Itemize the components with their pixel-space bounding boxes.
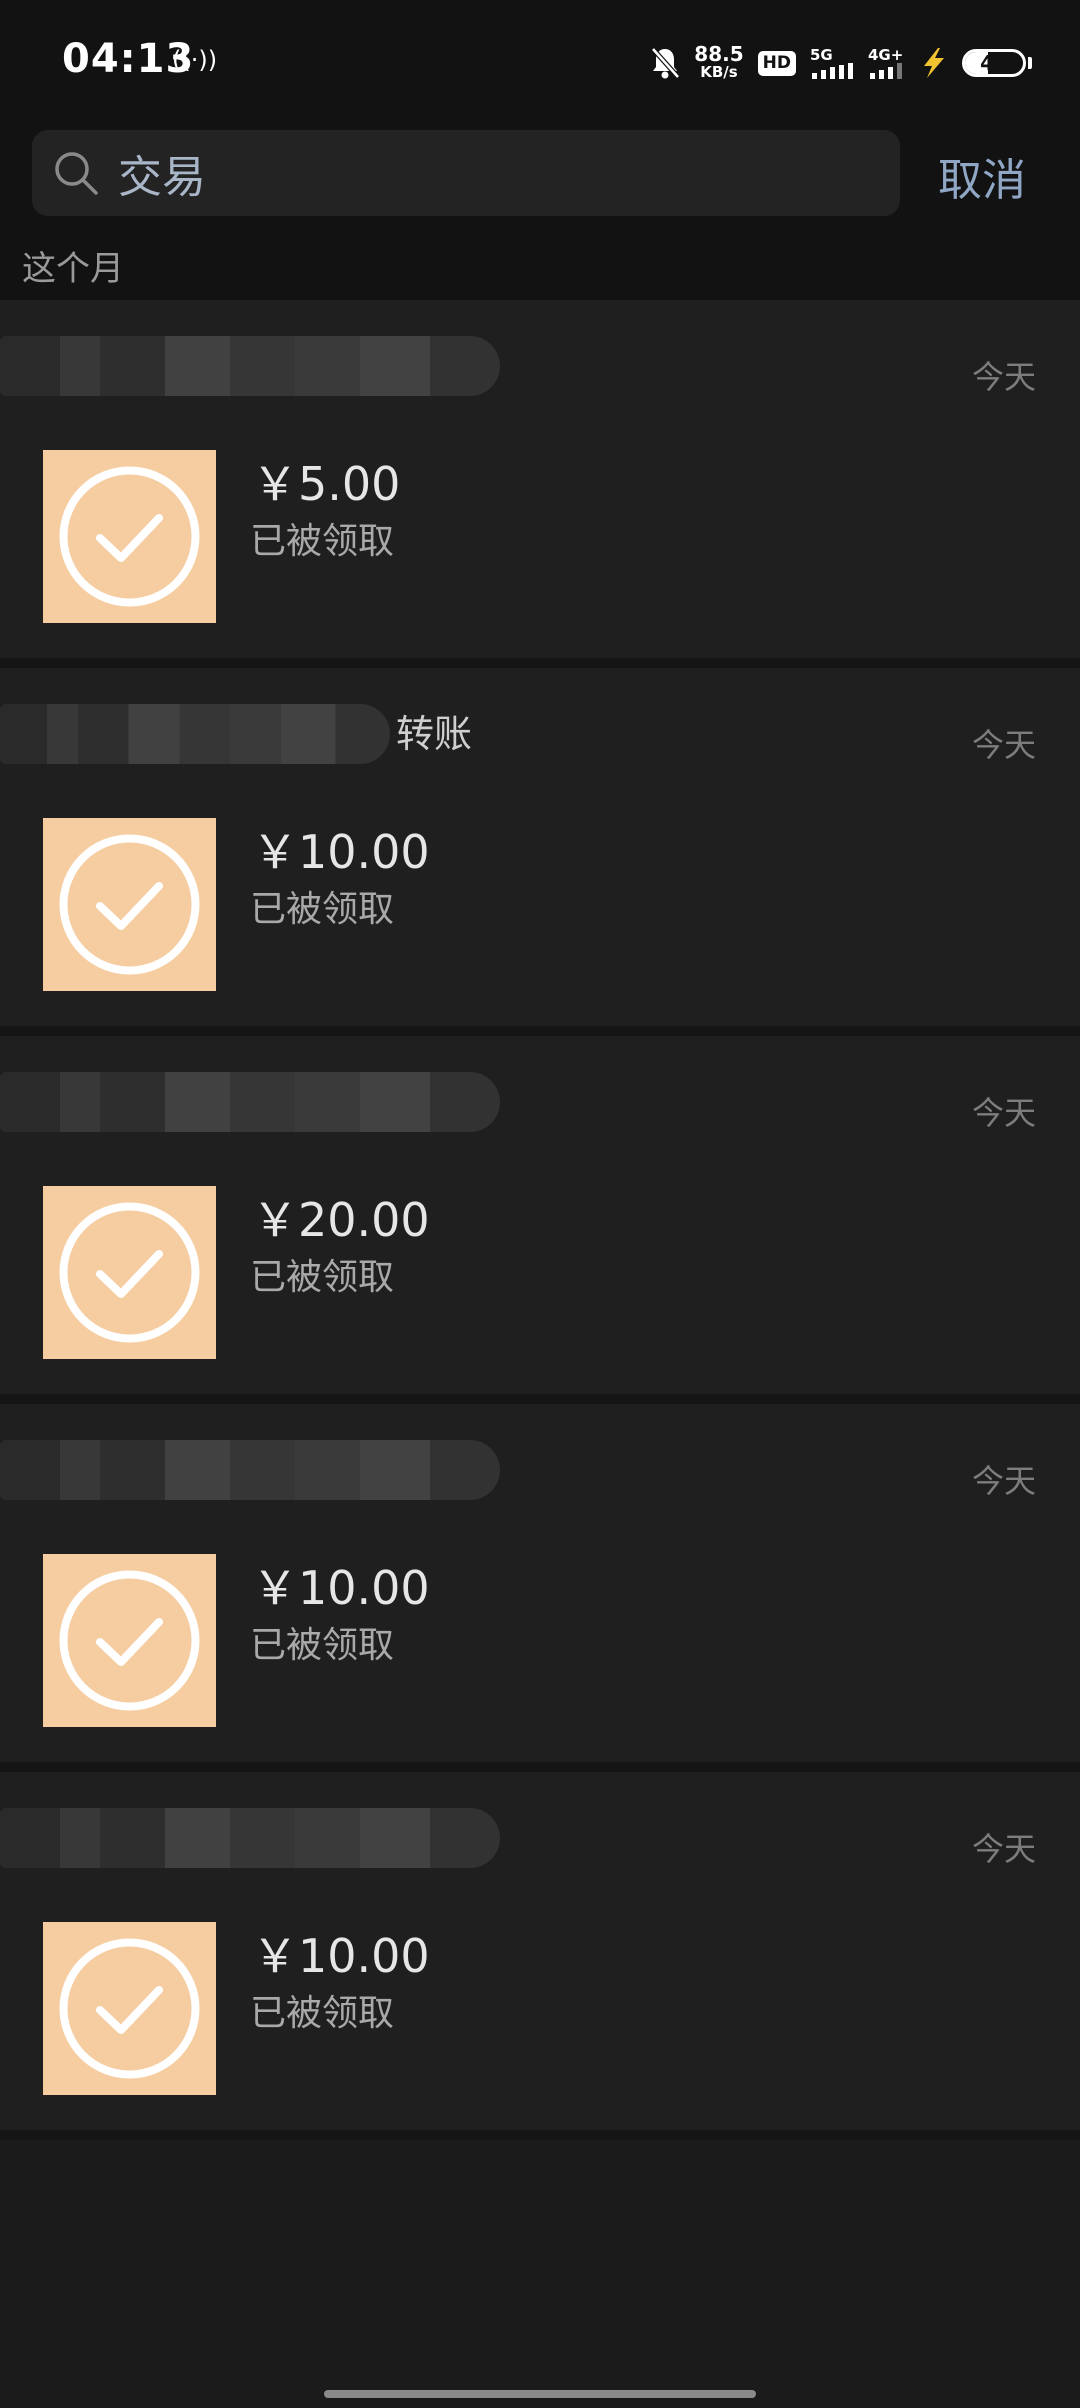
signal-4g-icon: 4G+ xyxy=(868,45,904,79)
sim1-network-label: 5G xyxy=(810,45,833,64)
check-circle-icon xyxy=(59,1570,200,1711)
transaction-title: 转账 xyxy=(0,704,500,764)
transaction-amount: ￥10.00 xyxy=(252,1561,430,1615)
received-thumbnail xyxy=(43,450,216,623)
privacy-blur-mask xyxy=(0,336,500,396)
transaction-amount: ￥5.00 xyxy=(252,457,401,511)
section-header-this-month: 这个月 xyxy=(0,248,1080,300)
transaction-title xyxy=(0,1440,500,1500)
transaction-title-text: 转账 xyxy=(395,712,472,756)
transaction-date: 今天 xyxy=(971,1094,1036,1132)
home-indicator[interactable] xyxy=(324,2390,756,2398)
net-speed-value: 88.5 xyxy=(694,42,744,66)
search-header: 交易 取消 xyxy=(0,124,1080,248)
transaction-title xyxy=(0,1808,500,1868)
transaction-item[interactable]: 转账 今天 ￥10.00 已被领取 xyxy=(0,668,1080,1036)
bell-off-icon xyxy=(650,46,681,80)
transaction-amount: ￥20.00 xyxy=(252,1193,430,1247)
received-thumbnail xyxy=(43,1922,216,2095)
received-thumbnail xyxy=(43,1186,216,1359)
check-circle-icon xyxy=(59,1202,200,1343)
network-speed: 88.5 KB/s xyxy=(694,42,744,81)
transaction-item[interactable]: 今天 ￥10.00 已被领取 xyxy=(0,1772,1080,2140)
privacy-blur-mask xyxy=(0,1808,500,1868)
transaction-date: 今天 xyxy=(971,1462,1036,1500)
battery-tip xyxy=(1028,57,1032,69)
transaction-amount: ￥10.00 xyxy=(252,825,430,879)
received-thumbnail xyxy=(43,1554,216,1727)
battery-level: 40 xyxy=(980,51,1008,75)
transaction-item[interactable]: 今天 ￥10.00 已被领取 xyxy=(0,1404,1080,1772)
signal-5g-icon: 5G xyxy=(810,45,854,79)
search-icon xyxy=(55,152,98,195)
transaction-status: 已被领取 xyxy=(250,1257,395,1298)
status-icons: 88.5 KB/s HD 5G 4G+ 40 xyxy=(650,40,1032,86)
status-bar: 04:13 ((·)) 88.5 KB/s HD 5G 4G+ 40 xyxy=(0,0,1080,124)
lightning-icon xyxy=(918,46,948,80)
transaction-status: 已被领取 xyxy=(250,521,395,562)
transaction-list: 今天 ￥5.00 已被领取 转账 今天 ￥10.00 已被领取 今天 ￥20.0… xyxy=(0,300,1080,2140)
search-query: 交易 xyxy=(118,152,206,203)
transaction-status: 已被领取 xyxy=(250,1625,395,1666)
cancel-button[interactable]: 取消 xyxy=(938,144,1026,208)
transaction-date: 今天 xyxy=(971,726,1036,764)
net-speed-unit: KB/s xyxy=(700,63,738,81)
transaction-title xyxy=(0,336,500,396)
received-thumbnail xyxy=(43,818,216,991)
transaction-status: 已被领取 xyxy=(250,1993,395,2034)
check-circle-icon xyxy=(59,466,200,607)
privacy-blur-mask xyxy=(0,1440,500,1500)
hd-icon: HD xyxy=(757,50,796,76)
transaction-item[interactable]: 今天 ￥5.00 已被领取 xyxy=(0,300,1080,668)
privacy-blur-mask xyxy=(0,704,390,764)
transaction-status: 已被领取 xyxy=(250,889,395,930)
app-screen: 04:13 ((·)) 88.5 KB/s HD 5G 4G+ 40 交易 取消… xyxy=(0,0,1080,2408)
transaction-amount: ￥10.00 xyxy=(252,1929,430,1983)
sim2-network-label: 4G+ xyxy=(868,45,904,64)
transaction-item[interactable]: 今天 ￥20.00 已被领取 xyxy=(0,1036,1080,1404)
check-circle-icon xyxy=(59,1938,200,2079)
hotspot-icon: ((·)) xyxy=(172,46,218,74)
transaction-date: 今天 xyxy=(971,358,1036,396)
transaction-title xyxy=(0,1072,500,1132)
battery-icon: 40 xyxy=(962,49,1026,77)
privacy-blur-mask xyxy=(0,1072,500,1132)
search-input[interactable]: 交易 xyxy=(32,130,900,216)
transaction-date: 今天 xyxy=(971,1830,1036,1868)
check-circle-icon xyxy=(59,834,200,975)
